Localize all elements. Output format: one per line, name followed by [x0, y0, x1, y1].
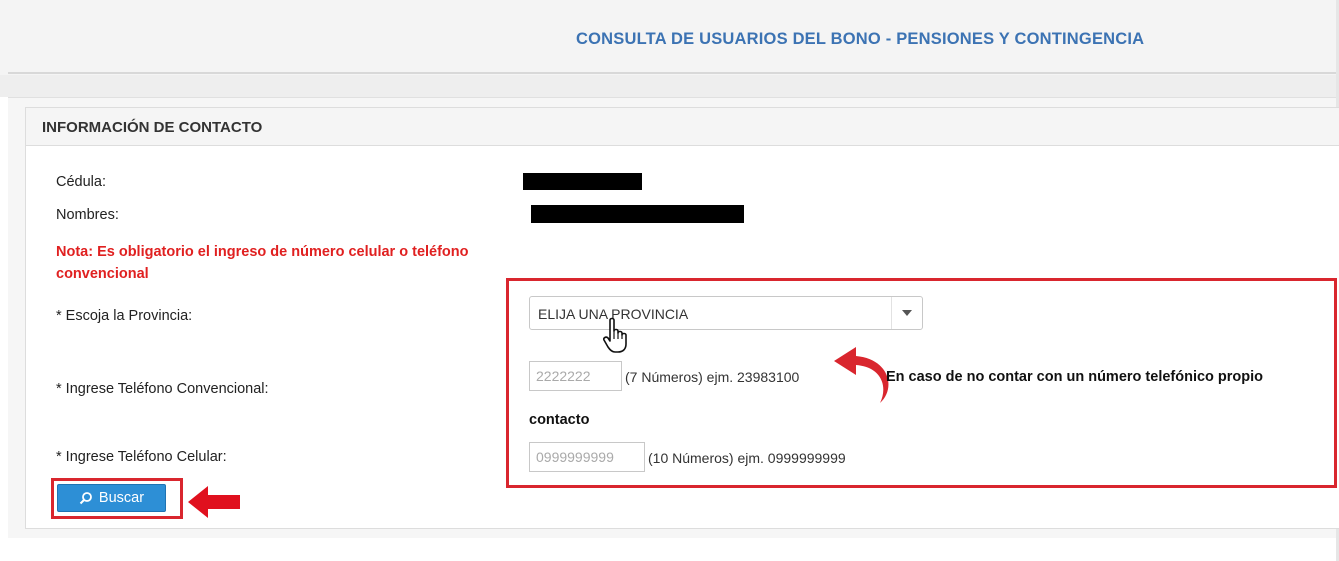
convencional-hint: (7 Números) ejm. 23983100: [625, 369, 800, 385]
chevron-down-icon[interactable]: [891, 297, 922, 329]
instruction-text: En caso de no contar con un número telef…: [886, 369, 1264, 385]
convencional-label: * Ingrese Teléfono Convencional:: [56, 381, 269, 397]
page-title: CONSULTA DE USUARIOS DEL BONO - PENSIONE…: [576, 30, 1145, 48]
search-button[interactable]: Buscar: [57, 484, 166, 512]
search-icon: [79, 492, 92, 505]
panel-title: INFORMACIÓN DE CONTACTO: [42, 119, 263, 136]
convencional-input[interactable]: [529, 361, 622, 391]
left-arrow-icon: [188, 486, 240, 518]
celular-label: * Ingrese Teléfono Celular:: [56, 449, 227, 465]
search-button-label: Buscar: [98, 490, 145, 506]
cedula-value-redacted: [523, 173, 642, 190]
nombres-value-redacted: [531, 205, 744, 223]
cedula-label: Cédula:: [56, 174, 106, 190]
header-divider: [8, 72, 1339, 74]
instruction-text-continued: contacto: [529, 412, 590, 428]
nombres-label: Nombres:: [56, 207, 119, 223]
panel-header: INFORMACIÓN DE CONTACTO: [26, 108, 1339, 146]
provincia-label: * Escoja la Provincia:: [56, 308, 193, 324]
hand-pointer-icon: [603, 317, 627, 353]
header-band: [0, 75, 1339, 97]
curved-arrow-icon: [834, 347, 889, 403]
required-note: Nota: Es obligatorio el ingreso de númer…: [56, 244, 469, 282]
celular-hint: (10 Números) ejm. 0999999999: [648, 450, 846, 466]
celular-input[interactable]: [529, 442, 645, 472]
provincia-select[interactable]: ELIJA UNA PROVINCIA: [529, 296, 923, 330]
